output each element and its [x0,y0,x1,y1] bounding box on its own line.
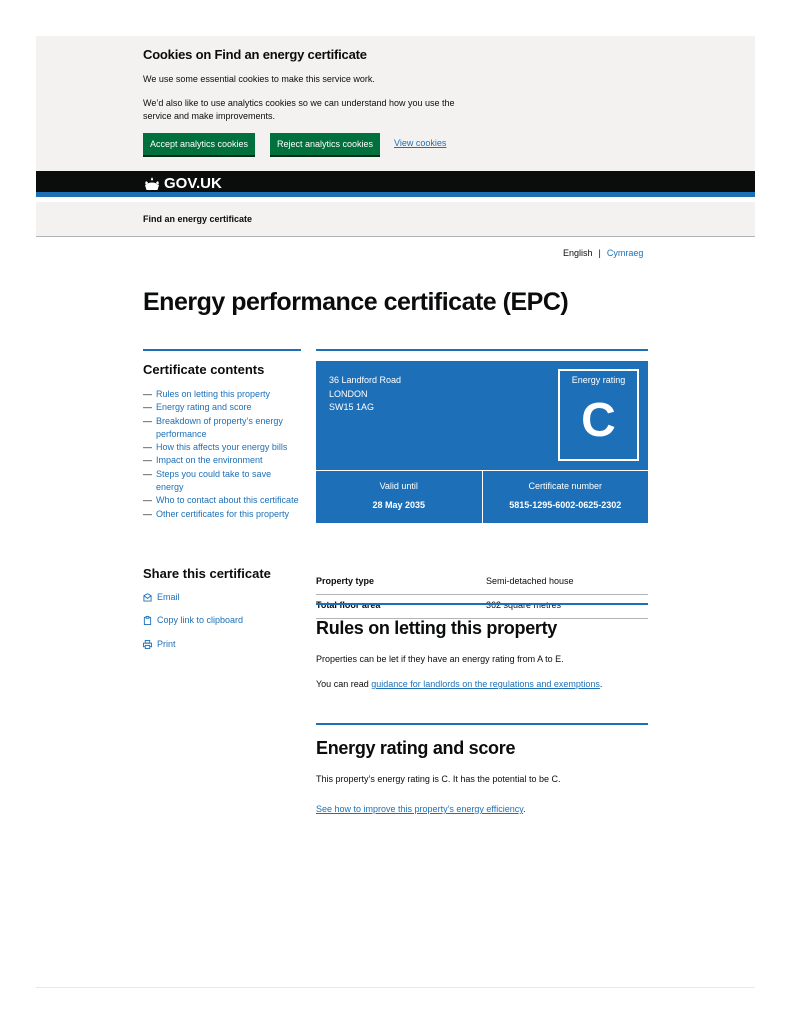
contents-link-environment[interactable]: Impact on the environment [143,454,301,468]
improve-efficiency-link[interactable]: See how to improve this property’s energ… [316,804,523,814]
language-welsh-link[interactable]: Cymraeg [607,248,644,258]
energy-rating-text: This property’s energy rating is C. It h… [316,774,561,784]
valid-until-label: Valid until [379,481,418,491]
address-line-3: SW15 1AG [329,402,375,412]
contents-link-rules[interactable]: Rules on letting this property [143,388,301,402]
cookie-banner-text: We use some essential cookies to make th… [143,74,375,84]
energy-rating-title: Energy rating and score [316,738,516,758]
contents-title: Certificate contents [143,362,265,377]
share-email-link[interactable]: Email [143,592,180,602]
govuk-logo-text: GOV.UK [164,175,222,192]
address-line-2: LONDON [329,388,368,399]
language-toggle: English | Cymraeg [563,248,643,258]
share-copy-link[interactable]: Copy link to clipboard [143,615,243,625]
cookie-banner: Cookies on Find an energy certificate We… [36,36,755,171]
share-certificate: Share this certificate Email Copy link t… [143,566,271,649]
language-english: English [563,248,593,258]
share-title: Share this certificate [143,566,271,581]
footer-divider [36,987,755,988]
cookie-banner-title: Cookies on Find an energy certificate [143,47,367,62]
share-email-label: Email [157,592,180,602]
language-separator: | [598,248,601,258]
valid-until-value: 28 May 2035 [372,500,426,510]
share-print-label: Print [157,639,176,649]
page-title: Energy performance certificate (EPC) [143,288,569,316]
share-print-link[interactable]: Print [143,639,176,649]
page: Cookies on Find an energy certificate We… [36,36,755,988]
certificate-contents: Certificate contents Rules on letting th… [143,349,301,521]
summary-row: Property type Semi-detached house [316,571,648,595]
contents-link-breakdown[interactable]: Breakdown of property’s energy performan… [143,415,301,442]
energy-rating-letter: C [581,394,616,447]
improve-efficiency-text: See how to improve this property’s energ… [316,804,648,814]
contents-link-contact[interactable]: Who to contact about this certificate [143,494,301,508]
contents-list: Rules on letting this property Energy ra… [143,388,301,521]
contents-link-steps[interactable]: Steps you could take to save energy [143,468,301,495]
valid-until-cell: Valid until 28 May 2035 [316,471,482,523]
contents-link-bills[interactable]: How this affects your energy bills [143,441,301,455]
contents-link-energy-rating[interactable]: Energy rating and score [143,401,301,415]
address-line-1: 36 Landford Road [329,375,402,385]
certificate-number-value: 5815-1295-6002-0625-2302 [509,500,622,510]
improve-efficiency-suffix: . [523,804,526,814]
rules-title: Rules on letting this property [316,618,558,638]
certificate-number-cell: Certificate number 5815-1295-6002-0625-2… [482,471,648,523]
envelope-icon [143,592,152,602]
cookie-banner-text-analytics: We’d also like to use analytics cookies … [143,98,455,121]
epc-details-row: Valid until 28 May 2035 Certificate numb… [316,471,648,523]
epc-address-panel: 36 Landford Road LONDON SW15 1AG Energy … [316,361,648,470]
energy-rating-label: Energy rating [571,375,626,385]
rules-section: Rules on letting this property Propertie… [316,603,648,689]
property-address: 36 Landford Road LONDON SW15 1AG [329,374,401,415]
service-navigation: Find an energy certificate [36,202,755,237]
rules-guidance-suffix: . [599,679,603,689]
epc-summary-card: 36 Landford Road LONDON SW15 1AG Energy … [316,349,648,523]
rules-guidance-prefix: You can read [316,679,372,689]
service-name[interactable]: Find an energy certificate [143,214,252,224]
accept-cookies-button[interactable]: Accept analytics cookies [143,133,256,155]
energy-rating-section: Energy rating and score This property’s … [316,723,648,814]
printer-icon [143,639,152,649]
crown-icon [145,176,159,190]
share-copy-label: Copy link to clipboard [157,615,244,625]
govuk-logo[interactable]: GOV.UK [143,175,222,192]
contents-link-other[interactable]: Other certificates for this property [143,508,301,522]
rules-guidance-text: You can read guidance for landlords on t… [316,679,648,689]
summary-key: Property type [316,576,375,586]
rules-text: Properties can be let if they have an en… [316,654,564,664]
summary-value: Semi-detached house [486,576,574,586]
govuk-header: GOV.UK [36,171,755,197]
energy-rating-box: Energy rating C [558,369,639,461]
view-cookies-link[interactable]: View cookies [394,138,446,148]
landlord-guidance-link[interactable]: guidance for landlords on the regulation… [371,679,600,689]
clipboard-icon [143,615,152,625]
reject-cookies-button[interactable]: Reject analytics cookies [270,133,381,155]
certificate-number-label: Certificate number [528,481,603,491]
